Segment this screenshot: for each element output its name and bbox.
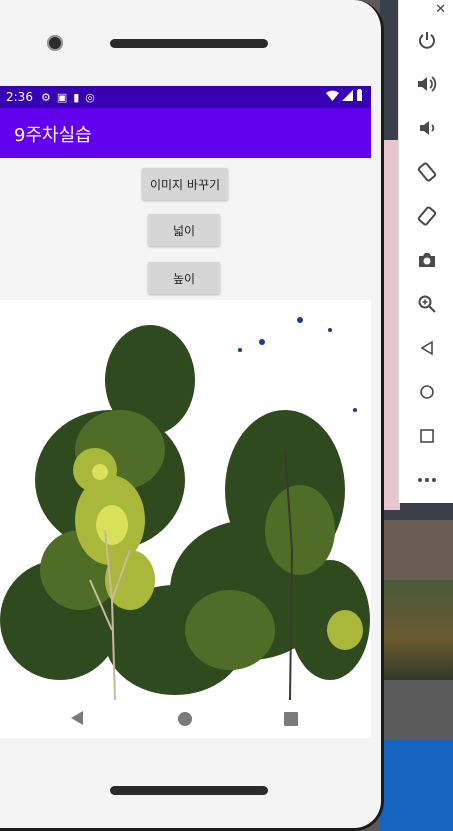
width-button[interactable]: 넓이 [148, 214, 220, 246]
sync-icon: ◎ [85, 90, 95, 104]
bottom-speaker [110, 786, 268, 795]
close-icon[interactable]: ✕ [435, 2, 446, 17]
sd-card-icon: ▮ [73, 90, 80, 104]
device-screen: 2:36 ⚙ ▣ ▮ ◎ 9주차실습 이미지 바꾸기 넓이 높이 [0, 86, 371, 738]
desktop-photo [380, 580, 453, 680]
app-bar: 9주차실습 [0, 108, 371, 158]
battery-icon [357, 89, 362, 101]
volume-up-icon[interactable] [413, 70, 441, 98]
camera-icon[interactable] [413, 246, 441, 274]
button-area: 이미지 바꾸기 넓이 높이 [0, 158, 371, 300]
back-icon[interactable] [413, 334, 441, 362]
phone-frame: 2:36 ⚙ ▣ ▮ ◎ 9주차실습 이미지 바꾸기 넓이 높이 [0, 0, 384, 831]
rotate-right-icon[interactable] [413, 202, 441, 230]
tree-illustration [0, 300, 371, 701]
change-image-button[interactable]: 이미지 바꾸기 [142, 168, 228, 200]
desktop-band [380, 520, 453, 580]
image-notification-icon: ▣ [56, 90, 68, 104]
navigation-bar [0, 700, 371, 738]
status-bar: 2:36 ⚙ ▣ ▮ ◎ [0, 86, 371, 108]
home-icon[interactable] [413, 378, 441, 406]
desktop-taskbar-area [380, 740, 453, 831]
power-icon[interactable] [413, 26, 441, 54]
front-camera [47, 35, 63, 51]
overview-icon[interactable] [413, 422, 441, 450]
height-button[interactable]: 높이 [148, 262, 220, 294]
nav-home-icon[interactable] [178, 712, 192, 726]
more-icon[interactable] [413, 466, 441, 494]
rotate-left-icon[interactable] [413, 158, 441, 186]
tree-image: 1793 [0, 300, 371, 738]
signal-icon [342, 89, 353, 101]
settings-icon: ⚙ [40, 90, 51, 104]
nav-back-icon[interactable] [70, 710, 84, 726]
nav-recents-icon[interactable] [284, 712, 298, 726]
top-speaker [110, 39, 268, 48]
app-title: 9주차실습 [14, 125, 92, 146]
zoom-in-icon[interactable] [413, 290, 441, 318]
status-time: 2:36 [6, 90, 33, 104]
wifi-icon [326, 90, 339, 101]
emulator-side-panel: ✕ [398, 0, 453, 503]
volume-down-icon[interactable] [413, 114, 441, 142]
